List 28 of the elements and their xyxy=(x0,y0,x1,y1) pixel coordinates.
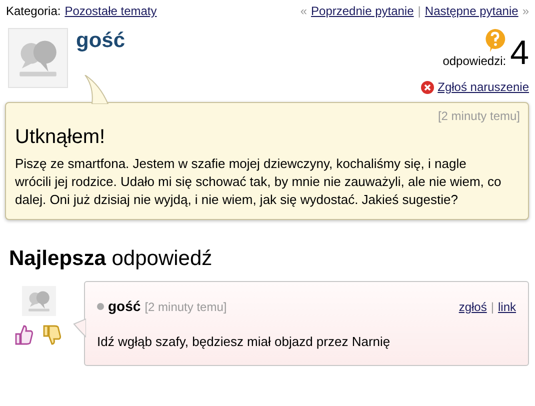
close-circle-icon xyxy=(420,80,434,94)
link-separator: | xyxy=(418,3,421,20)
author-name: gość xyxy=(108,297,141,316)
section-heading: Najlepsza odpowiedź xyxy=(9,246,214,272)
report-link[interactable]: Zgłoś naruszenie xyxy=(438,78,529,96)
question-text: Piszę ze smartfona. Jestem w szafie mojej dziewczyny, kochaliśmy się, i nagle wrócili jej rodzice. Udało mi się schować tak, by mnie nie zauważyli, ale nie wiem, co dalej. Oni już dzisiaj nie wyjdą, i nie wiem, jak się wydostać. Jakieś sugestie? xyxy=(15,155,502,209)
avatar-icon xyxy=(22,286,56,316)
next-question-link[interactable]: Następne pytanie xyxy=(424,2,518,20)
status-dot xyxy=(97,303,104,310)
previous-question-link[interactable]: Poprzednie pytanie xyxy=(311,2,414,20)
next-arrow: » xyxy=(522,3,529,20)
avatar-icon xyxy=(8,28,68,88)
thumbs-up-icon[interactable] xyxy=(14,324,34,346)
category-link[interactable]: Pozostałe tematy xyxy=(64,2,157,20)
author-name: gość xyxy=(76,30,126,51)
category-label: Kategoria: xyxy=(6,3,61,20)
answer-text: Idź wgłąb szafy, będziesz miał objazd przez Narnię xyxy=(97,333,392,352)
question-title: Utknąłem! xyxy=(15,125,106,149)
previous-arrow: « xyxy=(300,3,308,20)
answers-count: 4 xyxy=(510,36,529,70)
report-link[interactable]: zgłoś xyxy=(458,298,487,316)
thumbs-down-icon[interactable] xyxy=(42,324,62,346)
question-time: [2 minuty temu] xyxy=(438,108,520,125)
permalink[interactable]: link xyxy=(498,298,516,316)
answer-time: [2 minuty temu] xyxy=(144,298,227,316)
question-bubble-icon xyxy=(484,28,506,52)
link-separator: | xyxy=(490,298,494,316)
answers-label: odpowiedzi: xyxy=(442,53,506,70)
